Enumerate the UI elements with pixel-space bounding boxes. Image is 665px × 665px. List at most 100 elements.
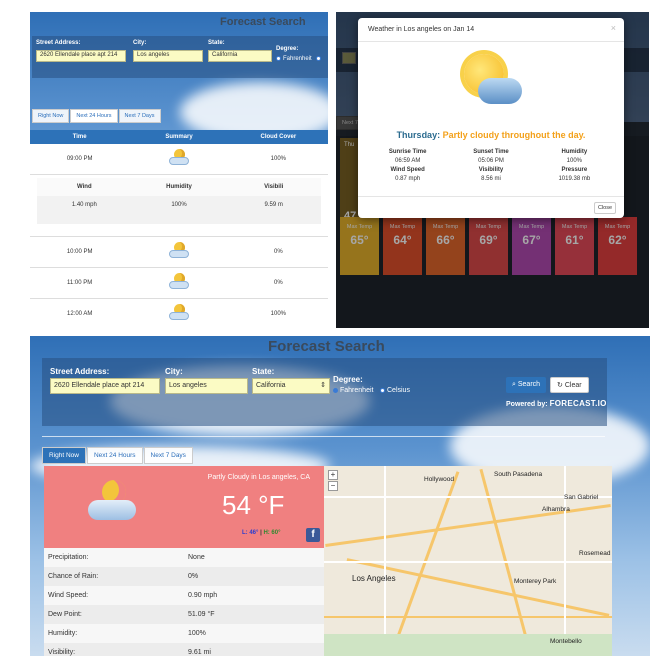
sunset-label: Sunset Time	[473, 149, 509, 155]
table-row[interactable]: 09:00 PM 100%	[30, 144, 328, 175]
street-label: Street Address:	[50, 367, 110, 376]
sunset-value: 05:06 PM	[478, 158, 504, 164]
partly-cloudy-night-icon	[168, 304, 190, 322]
state-value: California	[256, 382, 286, 389]
col-summary: Summary	[165, 134, 193, 140]
row-time: 10:00 PM	[66, 249, 93, 255]
street-label: Street Address:	[36, 40, 81, 46]
city-input[interactable]: Los angeles	[133, 50, 203, 62]
panel-next-7-days: Next 7 Thu 47 Max Temp 65° Max Temp 64° Ma…	[336, 12, 649, 328]
tab-right-now[interactable]: Right Now	[32, 109, 70, 123]
celsius-label: Celsius	[387, 387, 410, 394]
celsius-radio[interactable]: Celsius	[380, 387, 410, 394]
current-temperature: 54 °F	[222, 490, 285, 520]
city-label: City:	[133, 40, 147, 46]
fahrenheit-radio[interactable]: Fahrenheit	[276, 56, 312, 62]
modal-summary-text: Partly cloudy throughout the day.	[442, 130, 586, 140]
divider	[42, 436, 605, 437]
table-row[interactable]: 10:00 PM 0%	[30, 237, 328, 268]
map-label: Monterey Park	[514, 578, 557, 585]
modal-title: Weather in Los angeles on Jan 14	[358, 18, 624, 42]
search-icon: ⌕	[512, 381, 516, 388]
modal-close-button[interactable]: Close	[593, 202, 616, 214]
detail-label: Humidity:	[48, 630, 78, 637]
state-label: State:	[252, 367, 275, 376]
search-button[interactable]: ⌕ Search	[506, 377, 547, 393]
visibility-value: 8.56 mi	[481, 176, 501, 182]
map-label: Los Angeles	[352, 574, 396, 583]
low-temp: L: 46°	[242, 530, 259, 536]
degree-label: Degree:	[276, 46, 299, 52]
detail-label: Visibility:	[48, 649, 76, 656]
partly-cloudy-night-icon	[88, 480, 138, 524]
clear-button[interactable]: ↻ Clear	[550, 377, 589, 393]
state-select[interactable]: California ⇕	[252, 378, 330, 394]
day-detail-modal: Weather in Los angeles on Jan 14 × Thurs…	[358, 18, 624, 218]
fahrenheit-label: Fahrenheit	[340, 387, 374, 394]
table-row[interactable]: 11:00 PM 0%	[30, 268, 328, 299]
city-input[interactable]: Los angeles	[165, 378, 248, 394]
row-cloud: 100%	[270, 311, 286, 317]
row-cloud: 0%	[273, 249, 283, 255]
refresh-icon: ↻	[557, 382, 563, 389]
current-summary: Partly Cloudy in Los angeles, CA	[207, 474, 310, 481]
fahrenheit-label: Fahrenheit	[283, 56, 312, 63]
forecast-io-logo[interactable]: FORECAST.IO	[550, 399, 607, 408]
visibility-label: Visibility	[478, 167, 504, 173]
clear-button-label: Clear	[564, 382, 582, 389]
partly-cloudy-night-icon	[168, 242, 190, 260]
map-label: Alhambra	[542, 506, 570, 513]
powered-by: Powered by: FORECAST.IO	[506, 399, 607, 408]
fahrenheit-radio[interactable]: Fahrenheit	[333, 387, 373, 394]
partly-cloudy-night-icon	[168, 149, 190, 167]
table-row[interactable]: 12:00 AM 100%	[30, 299, 328, 328]
list-item: Humidity: 100%	[44, 624, 324, 643]
map-label: San Gabriel	[564, 494, 599, 501]
detail-humidity-value: 100%	[171, 202, 187, 208]
list-item: Wind Speed: 0.90 mph	[44, 586, 324, 605]
detail-label: Wind Speed:	[48, 592, 89, 599]
high-temp: H: 60°	[263, 530, 281, 536]
wind-value: 0.87 mph	[395, 176, 421, 182]
detail-value: 100%	[188, 630, 206, 637]
page-title: Forecast Search	[220, 16, 306, 28]
list-item: Visibility: 9.61 mi	[44, 643, 324, 656]
panel-next-24-hours: Forecast Search Street Address: 2620 Ell…	[30, 12, 328, 328]
row-detail: Wind Humidity Visibili 1.40 mph 100% 9.5…	[37, 178, 321, 224]
map-label: Hollywood	[424, 476, 454, 483]
facebook-share-icon[interactable]: f	[306, 528, 320, 542]
celsius-radio[interactable]	[316, 56, 323, 62]
tab-next-24-hours[interactable]: Next 24 Hours	[70, 109, 118, 123]
tab-next-24-hours[interactable]: Next 24 Hours	[86, 447, 143, 464]
detail-visibility-header: Visibili	[264, 184, 284, 190]
state-select[interactable]: California	[208, 50, 272, 62]
partly-cloudy-day-icon	[456, 52, 526, 112]
zoom-in-button[interactable]: +	[328, 470, 338, 480]
street-input[interactable]: 2620 Ellendale place apt 214	[36, 50, 126, 62]
screenshot-collage: Forecast Search Street Address: 2620 Ell…	[0, 0, 665, 665]
partly-cloudy-night-icon	[168, 273, 190, 291]
modal-detail-grid: Sunrise Time Sunset Time Humidity 06:59 AM…	[366, 149, 616, 185]
degree-label: Degree:	[333, 375, 363, 384]
humidity-label: Humidity	[561, 149, 588, 155]
tab-bar: Right Now Next 24 Hours Next 7 Days	[42, 447, 194, 464]
modal-summary: Thursday: Partly cloudy throughout the d…	[358, 130, 624, 140]
humidity-value: 100%	[566, 158, 582, 164]
row-time: 12:00 AM	[66, 311, 93, 317]
street-input[interactable]: 2620 Ellendale place apt 214	[50, 378, 160, 394]
zoom-out-button[interactable]: −	[328, 481, 338, 491]
pressure-label: Pressure	[561, 167, 588, 173]
detail-value: 51.09 °F	[188, 611, 215, 618]
location-map[interactable]: South Pasadena San Gabriel Alhambra Los …	[324, 466, 612, 656]
tab-right-now[interactable]: Right Now	[42, 447, 86, 464]
search-button-label: Search	[517, 381, 541, 388]
page-title: Forecast Search	[268, 338, 385, 355]
map-label: Montebello	[550, 638, 582, 645]
modal-close-icon[interactable]: ×	[611, 23, 616, 33]
powered-by-label: Powered by:	[506, 401, 548, 408]
tab-next-7-days[interactable]: Next 7 Days	[118, 109, 161, 123]
detail-value: None	[188, 554, 205, 561]
detail-value: 9.61 mi	[188, 649, 211, 656]
select-arrows-icon: ⇕	[320, 382, 326, 389]
tab-next-7-days[interactable]: Next 7 Days	[143, 447, 193, 464]
